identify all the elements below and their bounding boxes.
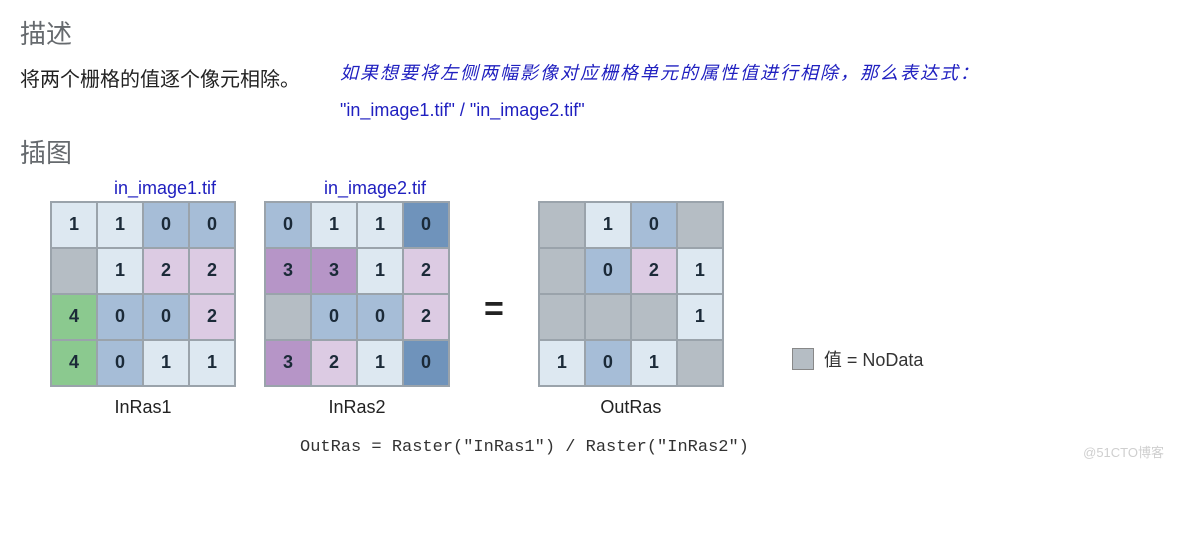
legend-swatch-nodata: [792, 348, 814, 370]
inras2-column: 011033120023210 InRas2: [264, 201, 450, 418]
grid-cell: 4: [51, 340, 97, 386]
grid-cell: 1: [97, 202, 143, 248]
grid-cell: 0: [143, 294, 189, 340]
grid-cell: 1: [97, 248, 143, 294]
inras2-grid: 011033120023210: [264, 201, 450, 387]
outras-caption: OutRas: [600, 397, 661, 418]
grid-cell: [51, 248, 97, 294]
grid-cell: 1: [357, 340, 403, 386]
grid-cell: 0: [403, 340, 449, 386]
formula-text: OutRas = Raster("InRas1") / Raster("InRa…: [300, 438, 1164, 457]
grid-cell: 0: [585, 340, 631, 386]
grid-cell: [585, 294, 631, 340]
grid-cell: 2: [403, 248, 449, 294]
grid-cell: 1: [677, 248, 723, 294]
grid-cell: 0: [585, 248, 631, 294]
description-row: 将两个栅格的值逐个像元相除。 如果想要将左侧两幅影像对应栅格单元的属性值进行相除…: [20, 59, 1164, 125]
grid-cell: 1: [585, 202, 631, 248]
grid-cell: [539, 248, 585, 294]
inras1-caption: InRas1: [114, 397, 171, 418]
grid-cell: [677, 202, 723, 248]
grid-cell: 0: [97, 294, 143, 340]
grid-cell: [539, 202, 585, 248]
grid-cell: 0: [311, 294, 357, 340]
inras1-grid: 110012240024011: [50, 201, 236, 387]
watermark: @51CTO博客: [1083, 442, 1164, 461]
equals-sign: =: [478, 290, 510, 329]
grid-cell: 2: [631, 248, 677, 294]
grid-cell: 2: [189, 248, 235, 294]
inras2-caption: InRas2: [328, 397, 385, 418]
grid-cell: 2: [403, 294, 449, 340]
legend-text: 值 = NoData: [824, 346, 924, 372]
annotation-expression: "in_image1.tif" / "in_image2.tif": [340, 96, 980, 125]
heading-describe: 描述: [20, 14, 1164, 51]
grid-cell: 0: [189, 202, 235, 248]
grid-cell: 1: [311, 202, 357, 248]
grid-cell: 1: [357, 202, 403, 248]
legend: 值 = NoData: [792, 346, 924, 372]
grid-cell: 0: [403, 202, 449, 248]
inras1-column: 110012240024011 InRas1: [50, 201, 236, 418]
grid-cell: 2: [189, 294, 235, 340]
outras-column: 100211101 OutRas: [538, 201, 724, 418]
image1-label: in_image1.tif: [80, 178, 250, 199]
heading-illustration: 插图: [20, 133, 1164, 170]
grid-cell: 4: [51, 294, 97, 340]
grid-cell: 3: [265, 248, 311, 294]
image-labels-row: in_image1.tif in_image2.tif: [80, 178, 1164, 199]
grid-cell: [631, 294, 677, 340]
grid-cell: [265, 294, 311, 340]
grid-cell: 3: [265, 340, 311, 386]
grid-cell: 0: [143, 202, 189, 248]
annotation-line: 如果想要将左侧两幅影像对应栅格单元的属性值进行相除，那么表达式：: [340, 59, 980, 88]
grid-cell: 1: [189, 340, 235, 386]
grid-cell: 2: [311, 340, 357, 386]
grid-cell: [539, 294, 585, 340]
grid-cell: 0: [357, 294, 403, 340]
grid-cell: 1: [51, 202, 97, 248]
grid-cell: 0: [97, 340, 143, 386]
grid-cell: 2: [143, 248, 189, 294]
grid-cell: 1: [539, 340, 585, 386]
annotation-block: 如果想要将左侧两幅影像对应栅格单元的属性值进行相除，那么表达式： "in_ima…: [340, 59, 980, 125]
image2-label: in_image2.tif: [290, 178, 460, 199]
grid-cell: 0: [631, 202, 677, 248]
grid-cell: 3: [311, 248, 357, 294]
grids-row: 110012240024011 InRas1 011033120023210 I…: [50, 201, 1164, 418]
grid-cell: 1: [631, 340, 677, 386]
grid-cell: [677, 340, 723, 386]
grid-cell: 0: [265, 202, 311, 248]
outras-grid: 100211101: [538, 201, 724, 387]
grid-cell: 1: [677, 294, 723, 340]
grid-cell: 1: [143, 340, 189, 386]
grid-cell: 1: [357, 248, 403, 294]
description-text: 将两个栅格的值逐个像元相除。: [20, 63, 300, 92]
